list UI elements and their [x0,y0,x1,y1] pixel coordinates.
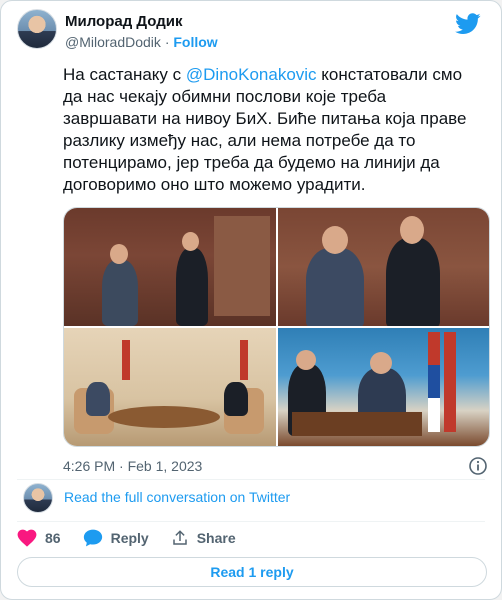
like-count: 86 [45,530,61,546]
figure-right [385,238,440,326]
follow-button[interactable]: Follow [173,34,217,50]
twitter-bird-icon[interactable] [455,13,481,35]
figure-left [305,248,364,326]
read-conversation-link[interactable]: Read the full conversation on Twitter [64,489,290,505]
tweet-header: Милорад Додик @MiloradDodik · Follow [17,9,489,57]
tweet-text-before: На састанаку с [63,65,186,84]
author-avatar-small[interactable] [23,483,53,513]
figure-right [224,382,248,416]
flag-left [122,340,130,380]
tweet-timestamp[interactable]: 4:26 PM · Feb 1, 2023 [63,458,202,474]
media-grid [63,207,490,447]
conversation-row: Read the full conversation on Twitter [17,483,487,515]
handle-separator: · [164,34,170,50]
photo-press-conference[interactable] [277,328,489,446]
timestamp-row: 4:26 PM · Feb 1, 2023 [63,456,488,476]
photo-handshake-close[interactable] [277,208,489,326]
photo-handshake-wide[interactable] [64,208,276,326]
photo-meeting-table[interactable] [64,328,276,446]
share-label: Share [196,530,236,546]
author-handle-row: @MiloradDodik · Follow [65,33,218,51]
flag-right [240,340,248,380]
author-info: Милорад Додик @MiloradDodik · Follow [65,12,218,51]
figure-right-head [369,352,392,374]
figure-right-head [399,216,424,244]
figure-right [176,248,208,326]
info-icon[interactable] [468,456,488,476]
flag-red [443,332,456,432]
reply-bubble-icon [83,529,102,547]
divider [17,521,485,522]
figure-left-head [110,244,128,264]
like-button[interactable]: 86 [17,529,61,547]
figure-left [102,260,138,326]
meeting-table [108,406,220,428]
tweet-embed-card: Милорад Додик @MiloradDodik · Follow На … [0,0,502,600]
flag-tricolor [427,332,440,432]
figure-right-head [182,232,199,251]
author-handle[interactable]: @MiloradDodik [65,34,161,50]
author-display-name[interactable]: Милорад Додик [65,12,218,31]
figure-left-head [295,350,316,370]
action-bar: 86 Reply Share [17,525,258,551]
divider [17,479,485,480]
figure-left [86,382,110,416]
author-avatar[interactable] [17,9,57,49]
reply-button[interactable]: Reply [83,529,149,547]
share-icon [172,530,187,545]
reply-label: Reply [110,530,149,546]
tweet-text-after: констатовали смо да нас чекају обимни по… [63,65,467,194]
heart-icon [17,529,37,547]
share-button[interactable]: Share [171,529,236,547]
podium [291,412,422,436]
doorway [214,216,270,316]
read-replies-button[interactable]: Read 1 reply [17,557,487,587]
mention-link[interactable]: @DinoKonakovic [186,65,317,84]
tweet-text: На састанаку с @DinoKonakovic констатова… [63,64,483,196]
figure-left-head [321,226,348,254]
